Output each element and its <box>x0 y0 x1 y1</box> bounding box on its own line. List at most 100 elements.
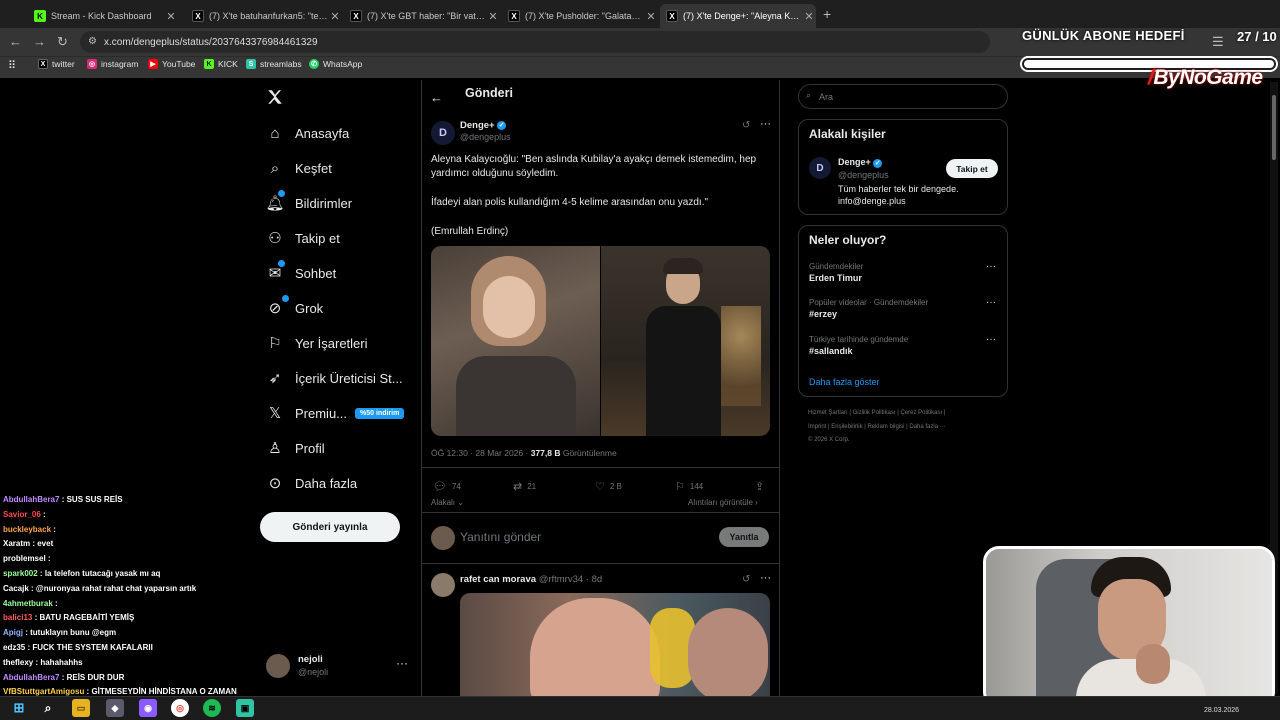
chat-text: la telefon tutacağı yasak mı aq <box>44 569 161 578</box>
more-icon[interactable]: ··· <box>986 297 996 308</box>
reply-media[interactable] <box>460 593 770 696</box>
show-more-link[interactable]: Daha fazla göster <box>809 377 880 387</box>
chat-username[interactable]: 4ahmetburak <box>3 599 53 608</box>
search-input[interactable]: ⌕ Ara <box>798 84 1008 109</box>
related-name[interactable]: Denge+ ✓ <box>838 157 883 168</box>
chat-username[interactable]: edz35 <box>3 643 25 652</box>
chat-username[interactable]: theflexy <box>3 658 33 667</box>
app-icon[interactable]: ◆ <box>106 699 124 717</box>
bookmark-action[interactable]: ⚐ 144 <box>675 480 703 493</box>
bookmark-whatsapp[interactable]: ✆ WhatsApp <box>309 59 362 69</box>
grok-icon[interactable]: ↺ <box>742 574 750 585</box>
reply-action[interactable]: 💬︎ 74 <box>433 480 461 493</box>
chrome-icon[interactable]: ◎ <box>171 699 189 717</box>
bookmark-twitter[interactable]: Xtwitter <box>38 59 75 69</box>
chat-username[interactable]: balici13 <box>3 613 32 622</box>
nav-item-7[interactable]: ⚐ Yer İşaretleri <box>266 326 367 360</box>
more-icon[interactable]: ··· <box>986 334 996 345</box>
chat-username[interactable]: Cacajk <box>3 584 29 593</box>
chat-text: hahahahhs <box>40 657 83 667</box>
bookmark-streamlabs[interactable]: Sstreamlabs <box>246 59 302 69</box>
menu-icon[interactable]: ☰ <box>1212 34 1224 50</box>
notification-dot <box>282 295 289 302</box>
reply-author[interactable]: rafet can morava @rftmrv34 · 8d <box>460 574 602 585</box>
trend-name[interactable]: Erden Timur <box>809 273 862 283</box>
obs-icon[interactable]: ◉ <box>139 699 157 717</box>
reload-icon[interactable]: ↻ <box>57 34 68 50</box>
view-quotes-link[interactable]: Alıntıları görüntüle › <box>688 498 758 507</box>
new-tab-icon[interactable]: + <box>823 6 831 22</box>
tab-x-3[interactable]: X (7) X'te Pusholder: "Galatasaray ✕ <box>502 4 658 28</box>
chat-username[interactable]: buckleyback <box>3 525 51 534</box>
nav-item-10[interactable]: ♙ Profil <box>266 431 324 465</box>
spotify-icon[interactable]: ≋ <box>203 699 221 717</box>
bookmark-instagram[interactable]: ◎ instagram <box>87 59 138 69</box>
close-icon[interactable]: ✕ <box>644 10 658 23</box>
follow-button[interactable]: Takip et <box>946 159 998 178</box>
more-icon[interactable]: ··· <box>986 261 996 272</box>
close-icon[interactable]: ✕ <box>486 10 500 23</box>
tab-x-2[interactable]: X (7) X'te GBT haber: "Bir vatandaş✕ <box>344 4 500 28</box>
chat-username[interactable]: Apigj <box>3 628 23 637</box>
search-icon[interactable]: ⌕ <box>39 699 57 717</box>
back-icon[interactable]: ← <box>9 34 22 49</box>
chat-username[interactable]: spark002 <box>3 569 38 578</box>
url-field[interactable]: ⚙ x.com/dengeplus/status/203764337698446… <box>80 31 990 53</box>
tab-kick-dashboard[interactable]: K Stream - Kick Dashboard ✕ <box>28 4 178 28</box>
streamlabs-icon[interactable]: ▣ <box>236 699 254 717</box>
forward-icon[interactable]: → <box>33 34 46 49</box>
scrollbar-thumb[interactable] <box>1272 95 1276 160</box>
post-photo-left[interactable] <box>431 246 600 436</box>
grok-icon[interactable]: ↺ <box>742 120 750 131</box>
nav-item-4[interactable]: ⚇ Takip et <box>266 221 340 255</box>
close-icon[interactable]: ✕ <box>328 10 342 23</box>
tab-x-1[interactable]: X (7) X'te batuhanfurkan5: "telefo ✕ <box>186 4 342 28</box>
chat-username[interactable]: AbdullahBera7 <box>3 495 59 504</box>
account-switcher[interactable]: nejoli @nejoli ··· <box>266 652 416 682</box>
relevance-dropdown[interactable]: Alakalı ⌄ <box>431 498 464 507</box>
more-icon[interactable]: ··· <box>760 572 771 584</box>
more-icon[interactable]: ··· <box>396 656 408 670</box>
nav-item-6[interactable]: ⊘ Grok <box>266 291 323 325</box>
footer-links[interactable]: Imprint | Erişilebilirlik | Reklam bilgi… <box>808 424 946 430</box>
author-avatar[interactable]: D <box>431 121 455 145</box>
close-icon[interactable]: ✕ <box>802 10 816 23</box>
bookmark-kick[interactable]: K KICK <box>204 59 238 69</box>
nav-item-1[interactable]: ⌂ Anasayfa <box>266 116 349 150</box>
repost-action[interactable]: ⇄ 21 <box>513 480 536 493</box>
post-photo-right[interactable] <box>601 246 770 436</box>
bookmark-icon: ⚐ <box>268 335 282 352</box>
trend-name[interactable]: #sallandık <box>809 346 853 356</box>
apps-grid-icon[interactable]: ⠿ <box>8 59 16 72</box>
author-handle[interactable]: @dengeplus <box>460 132 511 142</box>
back-arrow-icon[interactable]: ← <box>430 90 443 105</box>
share-action[interactable]: ⇪ <box>755 480 769 493</box>
chat-username[interactable]: problemsel <box>3 554 46 563</box>
nav-item-2[interactable]: ⌕ Keşfet <box>266 151 332 185</box>
bookmark-youtube[interactable]: ▶ YouTube <box>148 59 195 69</box>
tab-x-active[interactable]: X (7) X'te Denge+: "Aleyna Kalayc ✕ <box>660 4 816 28</box>
close-icon[interactable]: ✕ <box>164 10 178 23</box>
chat-username[interactable]: Savior_06 <box>3 510 41 519</box>
reply-button[interactable]: Yanıtla <box>719 527 769 547</box>
nav-item-8[interactable]: ➶ İçerik Üreticisi St... <box>266 361 403 395</box>
related-avatar[interactable]: D <box>809 157 831 179</box>
nav-item-11[interactable]: ⊙ Daha fazla <box>266 466 357 500</box>
author-name[interactable]: Denge+ ✓ <box>460 120 507 131</box>
reply-input[interactable]: Yanıtını gönder <box>460 530 541 544</box>
like-action[interactable]: ♡ 2 B <box>595 480 622 493</box>
file-explorer-icon[interactable]: ▭ <box>72 699 90 717</box>
nav-item-9[interactable]: 𝕏 Premiu... %50 indirim <box>266 396 405 430</box>
chat-username[interactable]: AbdullahBera7 <box>3 673 59 682</box>
chat-username[interactable]: Xaratm <box>3 539 30 548</box>
reply-author-avatar[interactable] <box>431 573 455 597</box>
post-button[interactable]: Gönderi yayınla <box>260 512 400 542</box>
more-icon[interactable]: ··· <box>760 118 771 130</box>
footer-links[interactable]: Hizmet Şartları | Gizlilik Politikası | … <box>808 410 945 416</box>
nav-item-5[interactable]: ✉ Sohbet <box>266 256 337 290</box>
windows-start-icon[interactable]: ⊞ <box>10 699 28 717</box>
chat-message: Xaratm : evet <box>3 539 54 549</box>
trend-name[interactable]: #erzey <box>809 309 837 319</box>
x-logo-icon[interactable] <box>266 88 284 111</box>
site-info-icon[interactable]: ⚙ <box>88 36 97 47</box>
